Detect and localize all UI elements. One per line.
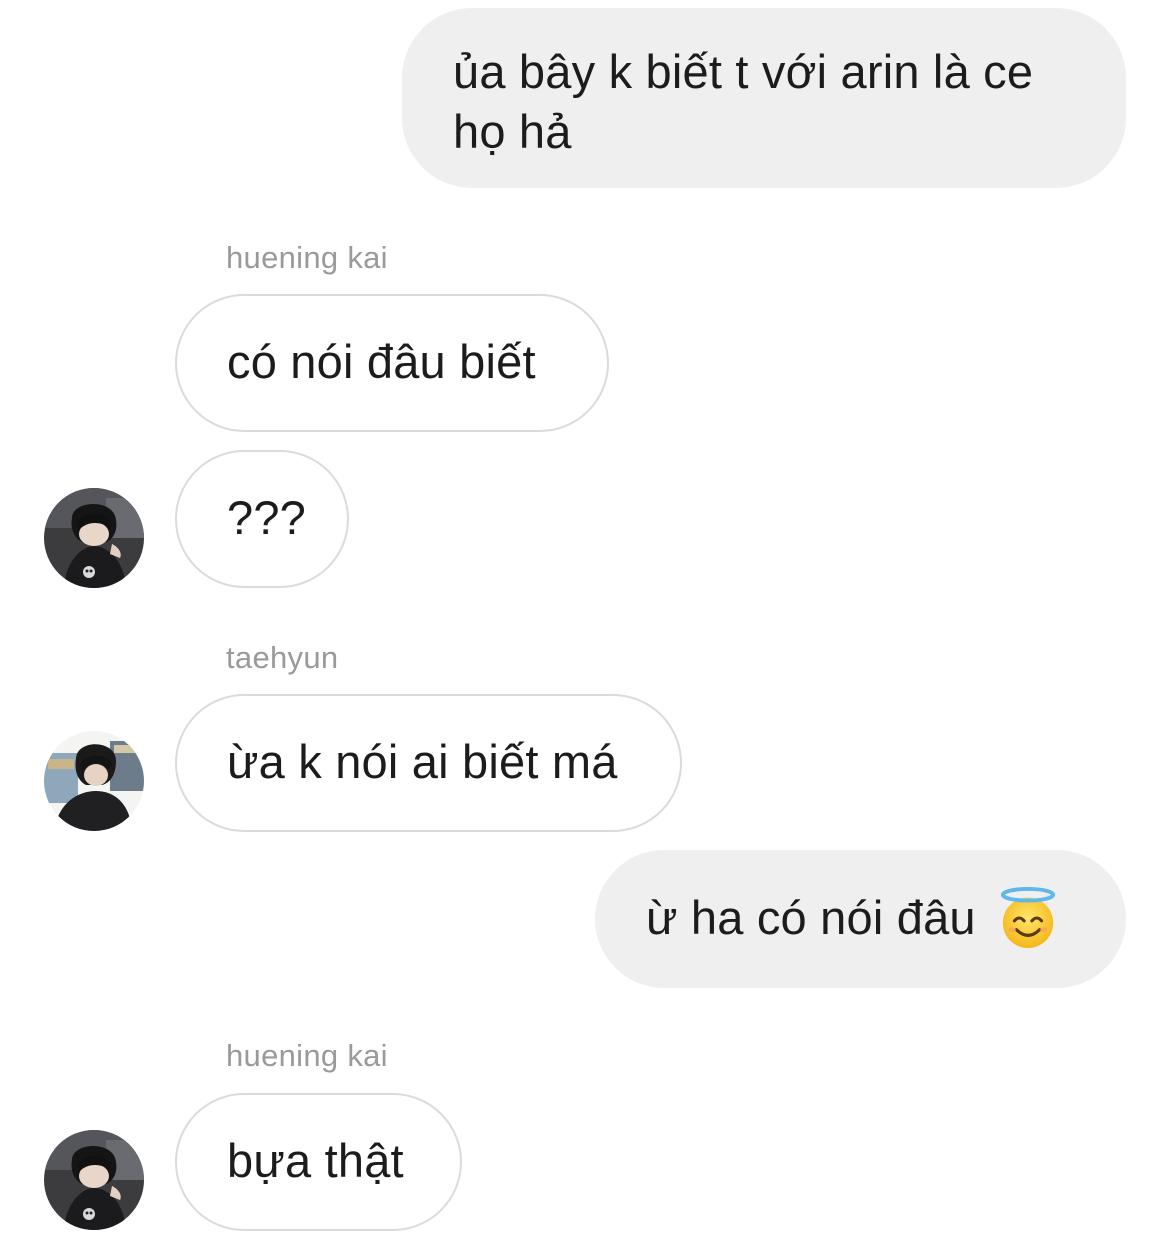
outgoing-message-bubble[interactable]: ừ ha có nói đâu bbox=[595, 850, 1126, 988]
message-thread: ủa bây k biết t với arin là ce họ hả hue… bbox=[0, 0, 1170, 1252]
message-text: ừa k nói ai biết má bbox=[227, 735, 618, 788]
sender-name: huening kai bbox=[226, 240, 388, 275]
message-text: bựa thật bbox=[227, 1134, 404, 1187]
sender-name: huening kai bbox=[226, 1038, 388, 1073]
avatar-huening-kai[interactable] bbox=[44, 488, 144, 588]
message-text: có nói đâu biết bbox=[227, 335, 536, 388]
incoming-message-bubble[interactable]: có nói đâu biết bbox=[175, 294, 609, 432]
sender-name: taehyun bbox=[226, 640, 339, 675]
incoming-message-bubble[interactable]: bựa thật bbox=[175, 1093, 462, 1231]
outgoing-message-bubble[interactable]: ủa bây k biết t với arin là ce họ hả bbox=[402, 8, 1126, 188]
incoming-message-bubble[interactable]: ừa k nói ai biết má bbox=[175, 694, 682, 832]
avatar-photo-icon bbox=[44, 488, 144, 588]
incoming-message-bubble[interactable]: ??? bbox=[175, 450, 349, 588]
avatar-huening-kai[interactable] bbox=[44, 1130, 144, 1230]
smiling-face-with-halo-icon bbox=[1000, 886, 1056, 948]
avatar-photo-icon bbox=[44, 1130, 144, 1230]
message-text: ủa bây k biết t với arin là ce họ hả bbox=[453, 45, 1034, 158]
avatar-photo-icon bbox=[44, 731, 144, 831]
avatar-taehyun[interactable] bbox=[44, 731, 144, 831]
message-text: ??? bbox=[227, 491, 307, 544]
message-text: ừ ha có nói đâu bbox=[646, 891, 976, 944]
